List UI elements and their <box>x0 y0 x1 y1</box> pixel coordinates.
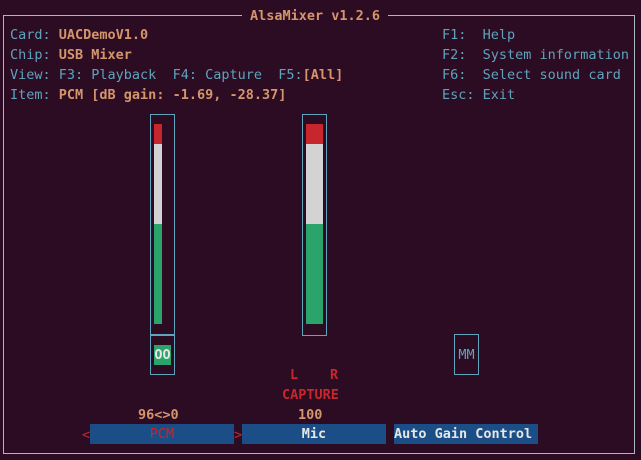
help-esc-text: Exit <box>482 87 516 103</box>
help-f1-key: F1: <box>442 27 467 43</box>
pcm-selected-left-arrow: < <box>82 427 91 443</box>
pcm-switch-state: OO <box>154 345 171 365</box>
help-f2[interactable]: F2: System information <box>442 45 629 65</box>
mic-channel-right: R <box>330 367 339 383</box>
view-playback-option[interactable]: F3: Playback <box>59 67 157 83</box>
pcm-value: 96<>0 <box>138 407 179 423</box>
mic-level-white <box>306 144 323 224</box>
card-label: Card: <box>10 27 51 43</box>
window-title: AlsaMixer v1.2.6 <box>242 6 389 26</box>
view-info: View: F3: Playback F4: Capture F5:[All] <box>10 65 343 85</box>
mic-channel-left: L <box>290 367 299 383</box>
mic-level-red <box>306 124 323 144</box>
help-f1[interactable]: F1: Help <box>442 25 515 45</box>
chip-value: USB Mixer <box>58 47 132 63</box>
help-f2-text: System information <box>482 47 629 63</box>
item-label: Item: <box>10 87 51 103</box>
pcm-selected-right-arrow: > <box>234 427 243 443</box>
pcm-level-green <box>154 224 162 324</box>
mic-value: 100 <box>298 407 323 423</box>
chip-info: Chip: USB Mixer <box>10 45 132 65</box>
card-info: Card: UACDemoV1.0 <box>10 25 148 45</box>
pcm-level-white <box>154 144 162 224</box>
help-f6-key: F6: <box>442 67 467 83</box>
card-value: UACDemoV1.0 <box>58 27 149 43</box>
mic-capture-label[interactable]: CAPTURE <box>282 385 339 405</box>
help-f6[interactable]: F6: Select sound card <box>442 65 621 85</box>
view-label: View: <box>10 67 51 83</box>
agc-channel-tab[interactable]: Auto Gain Control <box>394 424 538 444</box>
help-f6-text: Select sound card <box>482 67 621 83</box>
item-info: Item: PCM [dB gain: -1.69, -28.37] <box>10 85 286 105</box>
view-all-key[interactable]: F5: <box>278 67 302 83</box>
mic-level-green <box>306 224 323 324</box>
pcm-channel-tab[interactable]: PCM <box>90 424 234 444</box>
view-all-option[interactable]: [All] <box>303 67 344 83</box>
pcm-level-red <box>154 124 162 144</box>
agc-switch-state: MM <box>458 347 475 363</box>
item-value: PCM [dB gain: -1.69, -28.37] <box>58 87 287 103</box>
help-esc-key: Esc: <box>442 87 475 103</box>
view-capture-option[interactable]: F4: Capture <box>173 67 262 83</box>
chip-label: Chip: <box>10 47 51 63</box>
help-f1-text: Help <box>482 27 516 43</box>
mic-channel-tab[interactable]: Mic <box>242 424 386 444</box>
help-f2-key: F2: <box>442 47 467 63</box>
help-esc[interactable]: Esc: Exit <box>442 85 515 105</box>
